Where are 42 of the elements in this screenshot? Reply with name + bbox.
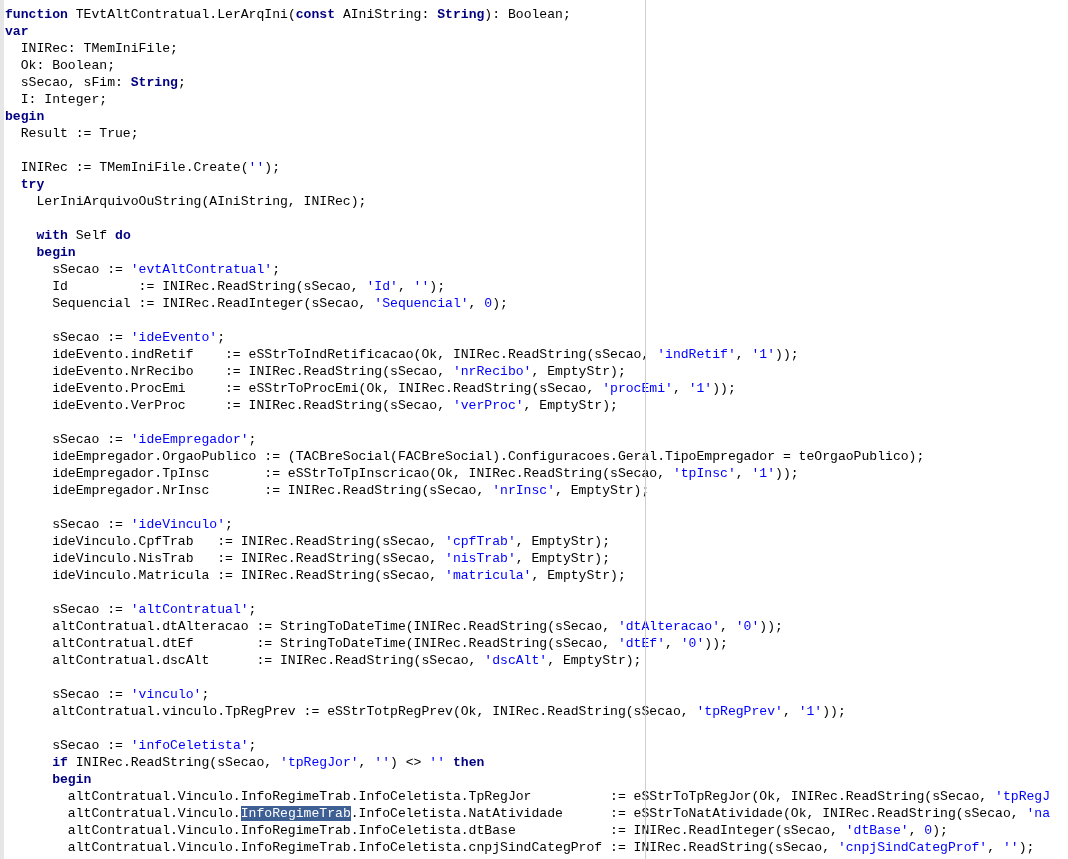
code-line: function TEvtAltContratual.LerArqIni(const AIniString: String): Boolean; (5, 6, 571, 23)
code-line: sSecao, sFim: String; (19, 74, 186, 91)
code-line: altContratual.Vinculo.InfoRegimeTrab.InfoCeletista.cnpjSindCategProf := INIRec.ReadString(sSecao, 'cnpjSindCategProf', ''); (66, 839, 1035, 856)
code-line: try (19, 176, 45, 193)
code-line: Result := True; (19, 125, 139, 142)
code-line: altContratual.vinculo.TpRegPrev := eSStrTotpRegPrev(Ok, INIRec.ReadString(sSecao, 'tpRegPrev', '1')); (51, 703, 846, 720)
code-line: altContratual.dscAlt := INIRec.ReadString(sSecao, 'dscAlt', EmptyStr); (51, 652, 642, 669)
code-line: sSecao := 'evtAltContratual'; (51, 261, 281, 278)
code-line: begin (5, 108, 45, 125)
code-line: ideEvento.ProcEmi := eSStrToProcEmi(Ok, INIRec.ReadString(sSecao, 'procEmi', '1')); (51, 380, 736, 397)
code-line: Sequencial := INIRec.ReadInteger(sSecao, 'Sequencial', 0); (51, 295, 508, 312)
code-line: Ok: Boolean; (19, 57, 115, 74)
code-line: begin (51, 771, 92, 788)
code-line: sSecao := 'infoCeletista'; (51, 737, 257, 754)
code-line: altContratual.Vinculo.InfoRegimeTrab.InfoCeletista.TpRegJor := eSStrToTpRegJor(Ok, INIRec.ReadString(sSecao, 'tpRegJ (66, 788, 1051, 805)
code-line: if INIRec.ReadString(sSecao, 'tpRegJor', '') <> '' then (51, 754, 485, 771)
code-line: ideEvento.indRetif := eSStrToIndRetificacao(Ok, INIRec.ReadString(sSecao, 'indRetif', '1')); (51, 346, 799, 363)
code-line: sSecao := 'ideEvento'; (51, 329, 226, 346)
code-line: ideVinculo.CpfTrab := INIRec.ReadString(sSecao, 'cpfTrab', EmptyStr); (51, 533, 611, 550)
code-line: sSecao := 'ideEmpregador'; (51, 431, 257, 448)
code-line: ideEvento.NrRecibo := INIRec.ReadString(sSecao, 'nrRecibo', EmptyStr); (51, 363, 626, 380)
code-line: sSecao := 'altContratual'; (51, 601, 257, 618)
code-line: altContratual.dtEf := StringToDateTime(INIRec.ReadString(sSecao, 'dtEf', '0')); (51, 635, 728, 652)
code-line: I: Integer; (19, 91, 108, 108)
code-line: altContratual.Vinculo.InfoRegimeTrab.InfoCeletista.dtBase := INIRec.ReadInteger(sSecao, 'dtBase', 0); (66, 822, 948, 839)
code-line: Id := INIRec.ReadString(sSecao, 'Id', ''); (51, 278, 446, 295)
code-line: sSecao := 'ideVinculo'; (51, 516, 233, 533)
code-line: with Self do (35, 227, 131, 244)
code-line: altContratual.Vinculo.InfoRegimeTrab.InfoCeletista.NatAtividade := eSStrToNatAtividade(Ok, INIRec.ReadString(sSecao, 'na (66, 805, 1051, 822)
code-line: ideEmpregador.OrgaoPublico := (TACBreSocial(FACBreSocial).Configuracoes.Geral.TipoEmpregador = teOrgaoPublico); (51, 448, 925, 465)
code-line: INIRec: TMemIniFile; (19, 40, 178, 57)
code-line: sSecao := 'vinculo'; (51, 686, 210, 703)
code-line: ideEmpregador.TpInsc := eSStrToTpInscricao(Ok, INIRec.ReadString(sSecao, 'tpInsc', '1')); (51, 465, 799, 482)
code-line: LerIniArquivoOuString(AIniString, INIRec); (35, 193, 367, 210)
code-line: INIRec := TMemIniFile.Create(''); (19, 159, 281, 176)
code-line: ideEvento.VerProc := INIRec.ReadString(sSecao, 'verProc', EmptyStr); (51, 397, 618, 414)
code-line: var (5, 23, 29, 40)
code-line: ideEmpregador.NrInsc := INIRec.ReadString(sSecao, 'nrInsc', EmptyStr); (51, 482, 650, 499)
code-line: ideVinculo.NisTrab := INIRec.ReadString(sSecao, 'nisTrab', EmptyStr); (51, 550, 611, 567)
code-line: begin (35, 244, 76, 261)
code-line: ideVinculo.Matricula := INIRec.ReadString(sSecao, 'matricula', EmptyStr); (51, 567, 626, 584)
code-line: altContratual.dtAlteracao := StringToDateTime(INIRec.ReadString(sSecao, 'dtAlteracao', '0')); (51, 618, 783, 635)
